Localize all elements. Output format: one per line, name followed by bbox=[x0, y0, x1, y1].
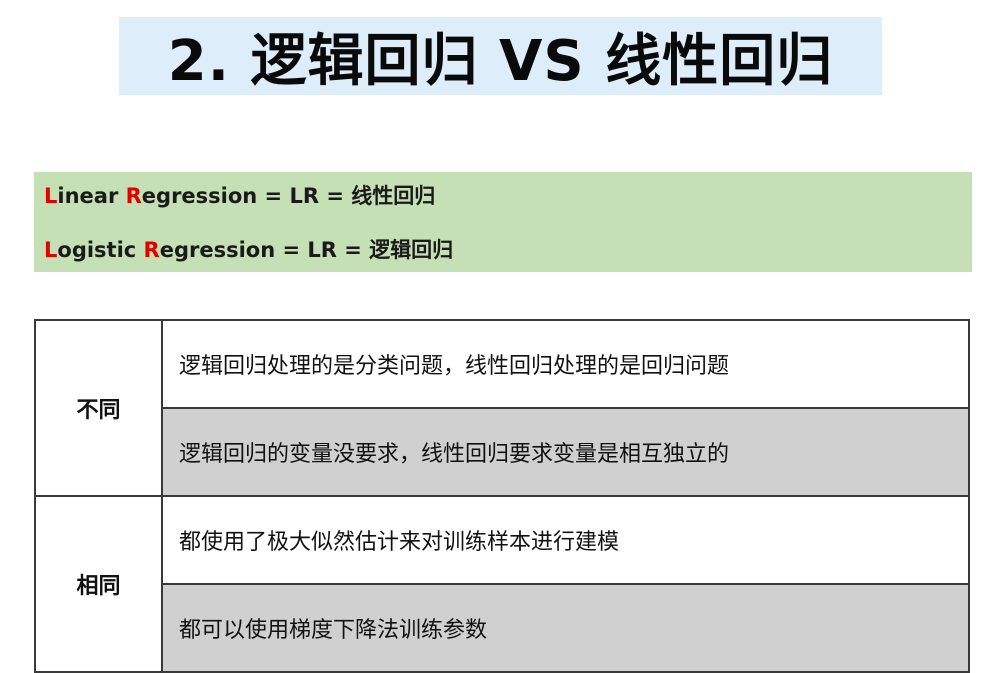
comparison-table: 不同 逻辑回归处理的是分类问题，线性回归处理的是回归问题 逻辑回归的变量没要求，… bbox=[34, 319, 970, 673]
similarities-label: 相同 bbox=[34, 495, 163, 673]
table-row: 逻辑回归的变量没要求，线性回归要求变量是相互独立的 bbox=[35, 407, 970, 497]
definitions-box: Linear Regression = LR = 线性回归 Logistic R… bbox=[34, 172, 972, 272]
logistic-regression-definition: Logistic Regression = LR = 逻辑回归 bbox=[44, 234, 453, 264]
page-title: 2. 逻辑回归 VS 线性回归 bbox=[167, 28, 834, 94]
table-row: 相同 都使用了极大似然估计来对训练样本进行建模 bbox=[34, 495, 970, 673]
highlight-letter: L bbox=[44, 238, 58, 262]
similarity-item: 都使用了极大似然估计来对训练样本进行建模 bbox=[161, 495, 970, 585]
linear-regression-definition: Linear Regression = LR = 线性回归 bbox=[44, 180, 435, 210]
difference-item: 逻辑回归的变量没要求，线性回归要求变量是相互独立的 bbox=[161, 407, 970, 497]
highlight-letter: L bbox=[44, 184, 58, 208]
differences-label: 不同 bbox=[34, 319, 163, 497]
table-row: 都可以使用梯度下降法训练参数 bbox=[35, 583, 970, 673]
definition-text: inear bbox=[57, 184, 126, 208]
definition-text: egression = LR = 线性回归 bbox=[141, 184, 436, 208]
highlight-letter: R bbox=[125, 184, 142, 208]
highlight-letter: R bbox=[143, 238, 160, 262]
definition-text: ogistic bbox=[57, 238, 144, 262]
title-banner: 2. 逻辑回归 VS 线性回归 bbox=[119, 17, 882, 95]
table-row: 不同 逻辑回归处理的是分类问题，线性回归处理的是回归问题 bbox=[34, 319, 970, 497]
similarity-item: 都可以使用梯度下降法训练参数 bbox=[161, 583, 970, 673]
difference-item: 逻辑回归处理的是分类问题，线性回归处理的是回归问题 bbox=[161, 319, 970, 409]
definition-text: egression = LR = 逻辑回归 bbox=[159, 238, 454, 262]
